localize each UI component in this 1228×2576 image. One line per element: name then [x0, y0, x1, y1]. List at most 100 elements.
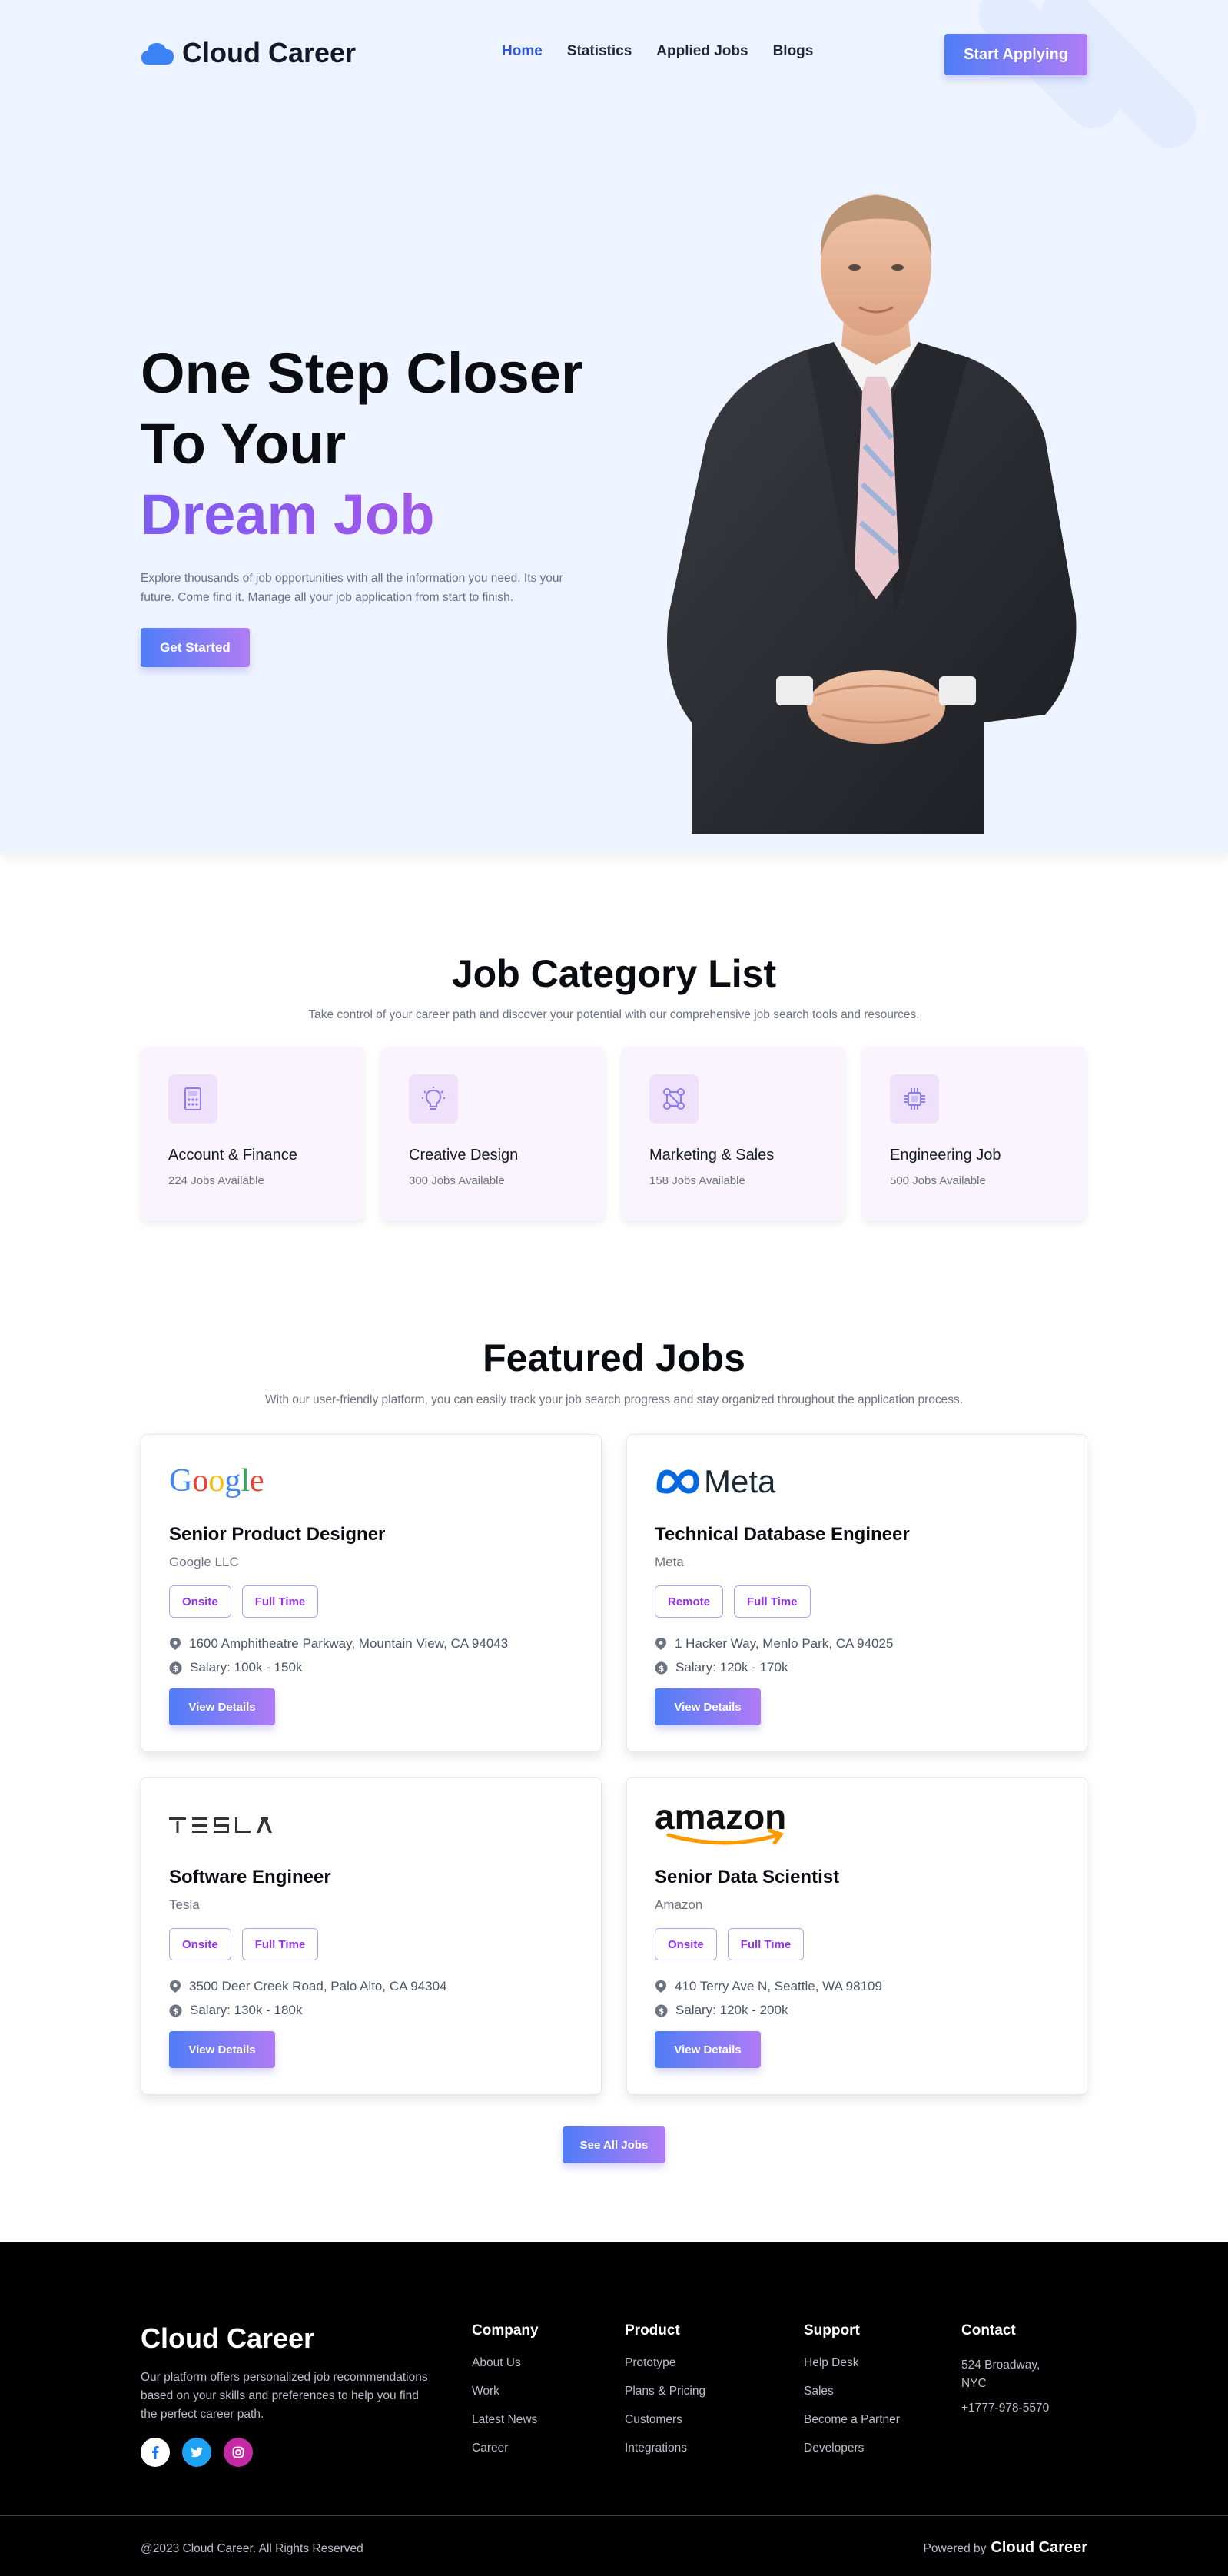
brand-name: Cloud Career [182, 37, 357, 68]
footer-link-developers[interactable]: Developers [804, 2442, 900, 2455]
category-name: Engineering Job [890, 1147, 1001, 1164]
nav-applied-jobs[interactable]: Applied Jobs [656, 43, 748, 60]
hero-section: Cloud Career Home Statistics Applied Job… [0, 0, 1228, 853]
amazon-logo: amazon [655, 1800, 808, 1847]
svg-text:$: $ [173, 1663, 179, 1673]
nav-blogs[interactable]: Blogs [773, 43, 814, 60]
svg-text:Meta: Meta [704, 1463, 776, 1499]
job-address-text: 1600 Amphitheatre Parkway, Mountain View… [189, 1636, 509, 1651]
footer-address: 524 Broadway, NYC [961, 2359, 1040, 2390]
category-count: 158 Jobs Available [649, 1174, 745, 1187]
start-applying-button[interactable]: Start Applying [944, 34, 1087, 75]
job-salary: $ Salary: 120k - 170k [655, 1660, 788, 1675]
jobs-grid: Google Senior Product Designer Google LL… [141, 1434, 1087, 2095]
job-company: Google LLC [169, 1555, 239, 1569]
copyright-text: @2023 Cloud Career. All Rights Reserved [141, 2542, 363, 2555]
hero-description: Explore thousands of job opportunities w… [141, 572, 563, 604]
footer-link-plans-pricing[interactable]: Plans & Pricing [625, 2385, 705, 2398]
job-tag: Onsite [169, 1928, 231, 1960]
meta-logo-mark: Meta [656, 1463, 776, 1499]
footer-link-help-desk[interactable]: Help Desk [804, 2356, 900, 2370]
google-logo: Google [169, 1458, 269, 1504]
job-card: amazon Senior Data Scientist Amazon Onsi… [626, 1777, 1087, 2095]
powered-brand[interactable]: Cloud Career [991, 2539, 1087, 2557]
amazon-logo-mark: amazon [655, 1800, 786, 1845]
twitter-icon[interactable] [182, 2438, 211, 2467]
nav-home[interactable]: Home [502, 43, 543, 60]
dollar-icon: $ [169, 2004, 182, 2017]
social-links [141, 2438, 253, 2467]
footer: Cloud Career Our platform offers persona… [0, 2242, 1228, 2576]
footer-divider [0, 2515, 1228, 2516]
hero-title: One Step Closer To Your Dream Job [141, 338, 583, 550]
category-card-engineering[interactable]: Engineering Job 500 Jobs Available [862, 1047, 1086, 1220]
job-card: Google Senior Product Designer Google LL… [141, 1434, 602, 1752]
footer-link-become-partner[interactable]: Become a Partner [804, 2413, 900, 2427]
nav-links: Home Statistics Applied Jobs Blogs [502, 43, 813, 60]
category-card-marketing-sales[interactable]: Marketing & Sales 158 Jobs Available [622, 1047, 845, 1220]
dollar-icon: $ [655, 1661, 668, 1674]
hero-accent: Dream Job [141, 480, 583, 550]
footer-link-sales[interactable]: Sales [804, 2385, 900, 2398]
category-grid: Account & Finance 224 Jobs Available Cre… [141, 1047, 1087, 1220]
get-started-button[interactable]: Get Started [141, 628, 250, 667]
job-company: Tesla [169, 1897, 200, 1912]
view-details-button[interactable]: View Details [169, 2031, 275, 2068]
job-company: Meta [655, 1555, 684, 1569]
job-salary-text: Salary: 130k - 180k [190, 2003, 303, 2017]
svg-text:Google: Google [169, 1463, 264, 1499]
job-address-text: 3500 Deer Creek Road, Palo Alto, CA 9430… [189, 1979, 447, 1993]
footer-link-prototype[interactable]: Prototype [625, 2356, 705, 2370]
category-card-creative-design[interactable]: Creative Design 300 Jobs Available [381, 1047, 605, 1220]
job-salary-text: Salary: 100k - 150k [190, 1660, 303, 1675]
featured-section-title: Featured Jobs [483, 1336, 745, 1379]
category-name: Creative Design [409, 1147, 519, 1164]
brand-logo[interactable]: Cloud Career [141, 37, 356, 69]
see-all-jobs-button[interactable]: See All Jobs [563, 2126, 665, 2163]
finance-icon [168, 1074, 217, 1124]
category-card-finance[interactable]: Account & Finance 224 Jobs Available [141, 1047, 364, 1220]
svg-text:$: $ [173, 2006, 179, 2016]
job-address: 1 Hacker Way, Menlo Park, CA 94025 [655, 1636, 893, 1651]
meta-logo: Meta [655, 1458, 801, 1504]
nav-statistics[interactable]: Statistics [567, 43, 632, 60]
job-tag: Onsite [655, 1928, 717, 1960]
job-tag: Full Time [241, 1585, 319, 1618]
dollar-icon: $ [169, 1661, 182, 1674]
job-tags: Onsite Full Time [169, 1928, 319, 1960]
location-pin-icon [655, 1980, 666, 1993]
job-tags: Onsite Full Time [169, 1585, 319, 1618]
tesla-logo [169, 1801, 277, 1847]
footer-link-customers[interactable]: Customers [625, 2413, 705, 2427]
footer-link-integrations[interactable]: Integrations [625, 2442, 705, 2455]
job-card: Software Engineer Tesla Onsite Full Time… [141, 1777, 602, 2095]
tesla-logo-mark [169, 1817, 272, 1833]
job-tag: Full Time [727, 1928, 805, 1960]
powered-by: Powered by Cloud Career [924, 2539, 1087, 2557]
footer-col-contact: Contact 524 Broadway, NYC +1777-978-5570 [961, 2322, 1054, 2424]
job-address: 1600 Amphitheatre Parkway, Mountain View… [169, 1636, 508, 1651]
footer-link-latest-news[interactable]: Latest News [472, 2413, 539, 2427]
svg-text:amazon: amazon [655, 1800, 786, 1837]
job-salary: $ Salary: 120k - 200k [655, 2003, 788, 2018]
footer-link-work[interactable]: Work [472, 2385, 539, 2398]
job-tag: Full Time [734, 1585, 811, 1618]
facebook-icon[interactable] [141, 2438, 170, 2467]
footer-link-career[interactable]: Career [472, 2442, 539, 2455]
footer-description: Our platform offers personalized job rec… [141, 2371, 428, 2421]
job-salary-text: Salary: 120k - 200k [675, 2003, 788, 2017]
category-count: 224 Jobs Available [168, 1174, 264, 1187]
footer-col-title: Support [804, 2322, 860, 2339]
hero-line-1: One Step Closer [141, 341, 583, 405]
location-pin-icon [170, 1638, 181, 1650]
instagram-icon[interactable] [224, 2438, 253, 2467]
job-salary: $ Salary: 100k - 150k [169, 1660, 302, 1675]
view-details-button[interactable]: View Details [655, 2031, 761, 2068]
view-details-button[interactable]: View Details [655, 1688, 761, 1725]
footer-phone[interactable]: +1777-978-5570 [961, 2399, 1054, 2418]
svg-text:$: $ [659, 2006, 665, 2016]
powered-label: Powered by [923, 2542, 987, 2555]
view-details-button[interactable]: View Details [169, 1688, 275, 1725]
footer-link-about-us[interactable]: About Us [472, 2356, 539, 2370]
location-pin-icon [170, 1980, 181, 1993]
